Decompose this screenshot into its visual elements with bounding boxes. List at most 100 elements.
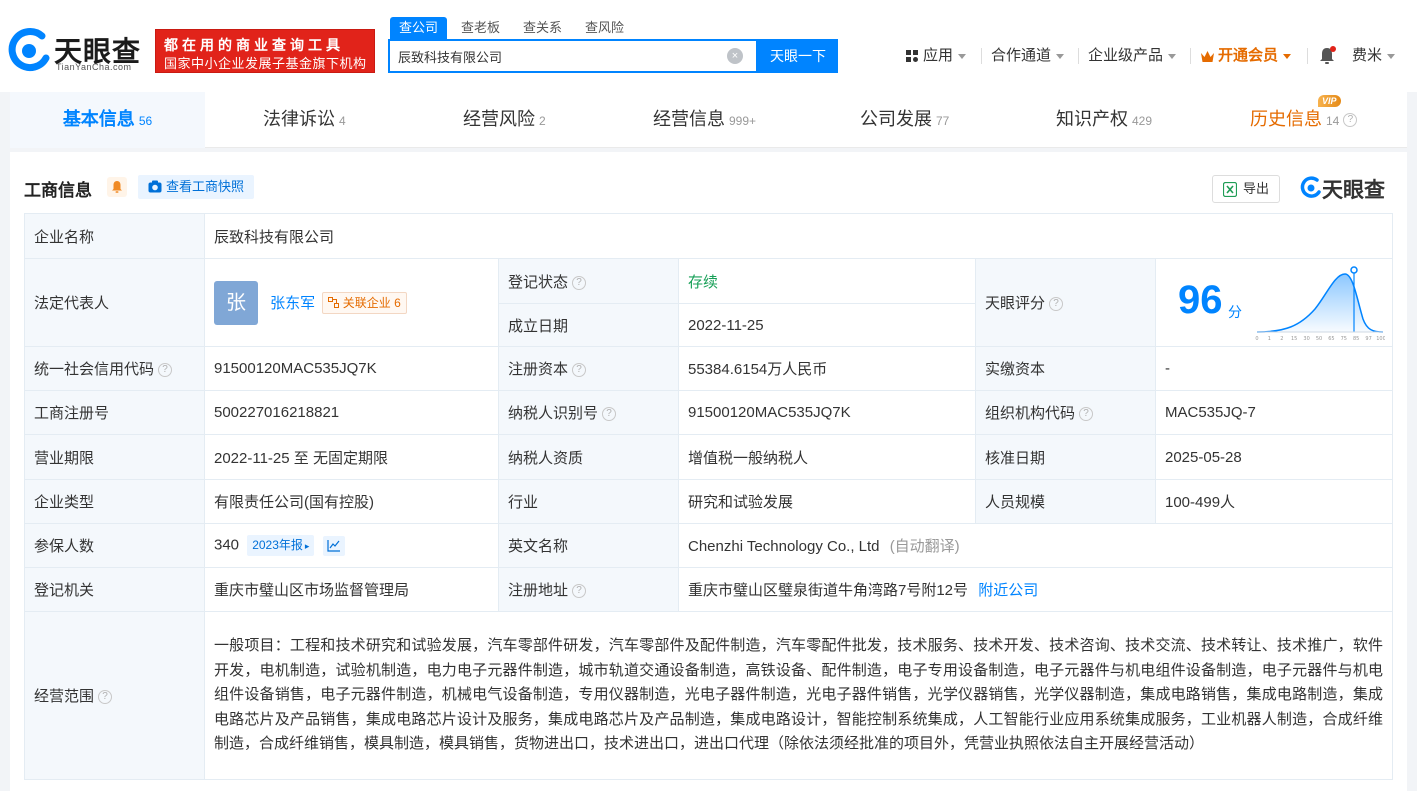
tab-count: 2: [539, 114, 546, 128]
nearby-companies-link[interactable]: 附近公司: [978, 582, 1038, 599]
auto-translate-note: (自动翻译): [889, 538, 960, 555]
score-axis-tick: 2: [1280, 336, 1283, 342]
help-icon[interactable]: ?: [572, 363, 587, 378]
excel-icon: [1223, 182, 1237, 197]
logo-domain: TianYanCha.com: [56, 62, 132, 72]
tab-ip[interactable]: 知识产权 429: [1056, 92, 1152, 148]
export-label: 导出: [1243, 181, 1270, 196]
reg-capital-value: 55384.6154万人民币: [678, 346, 976, 391]
search-box: ×: [388, 39, 758, 73]
help-icon[interactable]: ?: [1079, 407, 1094, 422]
help-icon[interactable]: ?: [98, 690, 113, 705]
search-tab-relation[interactable]: 查关系: [514, 17, 571, 39]
nav-enterprise[interactable]: 企业级产品: [1088, 44, 1177, 68]
tianyan-score[interactable]: 96: [1178, 278, 1223, 323]
tab-history[interactable]: VIP 历史信息 14?: [1250, 92, 1358, 148]
field-label-scope: 经营范围?: [24, 611, 205, 780]
search-tab-boss[interactable]: 查老板: [452, 17, 509, 39]
site-logo[interactable]: 天眼查 TianYanCha.com: [6, 28, 148, 74]
tab-count: 14: [1326, 114, 1340, 128]
field-label: 参保人数: [24, 523, 205, 568]
est-date-value: 2022-11-25: [678, 303, 976, 347]
grid-icon: [906, 49, 918, 62]
score-axis-tick: 65: [1328, 336, 1334, 342]
staff-size-value: 100-499人: [1154, 479, 1394, 524]
nav-notifications[interactable]: [1318, 44, 1336, 68]
field-label: 核准日期: [975, 434, 1156, 480]
nav-vip[interactable]: 开通会员: [1200, 44, 1292, 68]
help-icon[interactable]: ?: [1343, 113, 1358, 128]
field-label-address: 注册地址?: [498, 567, 679, 612]
tab-label: 经营风险: [463, 109, 535, 129]
crown-icon: [1201, 50, 1214, 62]
insured-value: 340: [214, 536, 240, 554]
nav-vip-label: 开通会员: [1218, 47, 1279, 64]
field-label-org-code: 组织机构代码?: [975, 390, 1156, 435]
field-label: 纳税人资质: [498, 434, 679, 480]
field-label: 登记状态: [508, 273, 569, 291]
subscribe-bell-icon[interactable]: [107, 177, 127, 197]
search-tab-company[interactable]: 查公司: [390, 17, 448, 39]
field-label: 经营范围: [34, 688, 95, 705]
tab-operation-info[interactable]: 经营信息 999+: [653, 92, 756, 148]
field-label: 注册地址: [508, 582, 569, 599]
business-info-card: 工商信息 查看工商快照 导出 天眼查 企业名称 辰致科技有限公司 法定代表人 张…: [10, 152, 1407, 791]
table-row: 统一社会信用代码? 91500120MAC535JQ7K 注册资本? 55384…: [24, 346, 1394, 391]
tab-label: 基本信息: [62, 109, 135, 129]
insured-cell: 340 2023年报 ▸: [204, 523, 499, 568]
nav-user-label: 费米: [1352, 47, 1383, 64]
help-icon[interactable]: ?: [1049, 297, 1064, 312]
approval-date-value: 2025-05-28: [1154, 434, 1394, 480]
related-companies-tag[interactable]: 关联企业 6: [322, 291, 407, 314]
help-icon[interactable]: ?: [602, 407, 617, 422]
tab-development[interactable]: 公司发展 77: [860, 92, 949, 148]
avatar[interactable]: 张: [214, 280, 258, 325]
slogan-line-2: 国家中小企业发展子基金旗下机构: [164, 56, 367, 71]
address-cell: 重庆市璧山区璧泉街道牛角湾路7号附12号 附近公司: [677, 567, 1394, 612]
legal-rep-link[interactable]: 张东军: [270, 295, 315, 312]
score-axis-tick: 75: [1341, 336, 1347, 342]
vip-badge: VIP: [1318, 95, 1341, 107]
field-label: 注册资本: [508, 361, 569, 378]
clear-icon[interactable]: ×: [727, 48, 743, 64]
annual-report-link[interactable]: 2023年报 ▸: [247, 535, 315, 556]
help-icon[interactable]: ?: [572, 275, 587, 290]
tab-legal[interactable]: 法律诉讼 4: [263, 92, 346, 148]
snapshot-button[interactable]: 查看工商快照: [138, 175, 255, 199]
nav-partner[interactable]: 合作通道: [991, 44, 1065, 68]
export-button[interactable]: 导出: [1212, 175, 1280, 203]
term-value: 2022-11-25 至 无固定期限: [204, 434, 499, 480]
tab-business-risk[interactable]: 经营风险 2: [463, 92, 546, 148]
taxpayer-id-value: 91500120MAC535JQ7K: [678, 390, 976, 435]
company-name-value: 辰致科技有限公司: [203, 213, 1394, 259]
status-badge: 存续: [688, 274, 719, 291]
field-label: 统一社会信用代码: [34, 361, 155, 378]
table-row: 企业类型 有限责任公司(国有控股) 行业 研究和试验发展 人员规模 100-49…: [24, 479, 1394, 524]
business-scope-value: 一般项目：工程和技术研究和试验发展，汽车零部件研发，汽车零部件及配件制造，汽车零…: [203, 611, 1394, 780]
industry-value: 研究和试验发展: [678, 479, 976, 524]
chevron-right-icon: ▸: [304, 541, 310, 551]
chevron-down-icon: [958, 53, 967, 59]
field-label-credit: 统一社会信用代码?: [24, 346, 205, 391]
tianyancha-logo-icon: [8, 28, 50, 71]
nav-user[interactable]: 费米: [1352, 44, 1396, 68]
search-input[interactable]: [390, 41, 720, 71]
search-tab-risk[interactable]: 查风险: [576, 17, 633, 39]
field-label-taxpayer-id: 纳税人识别号?: [498, 390, 679, 435]
tab-count: 999+: [729, 114, 757, 128]
chevron-down-icon: [1168, 53, 1177, 59]
tab-label: 历史信息: [1250, 109, 1322, 129]
score-axis-tick: 0: [1255, 336, 1258, 342]
nav-apps[interactable]: 应用: [906, 44, 967, 68]
tab-label: 公司发展: [860, 109, 932, 129]
taxpayer-quality-value: 增值税一般纳税人: [678, 434, 976, 480]
camera-icon: [148, 180, 162, 193]
english-name-value: Chenzhi Technology Co., Ltd: [688, 538, 880, 555]
search-button[interactable]: 天眼一下: [758, 39, 838, 73]
slogan-line-1: 都在用的商业查询工具: [164, 37, 344, 53]
tab-basic-info[interactable]: 基本信息 56: [10, 92, 205, 148]
help-icon[interactable]: ?: [158, 363, 173, 378]
trend-chart-icon[interactable]: [322, 535, 345, 556]
nav-enterprise-label: 企业级产品: [1088, 47, 1164, 64]
help-icon[interactable]: ?: [572, 584, 587, 599]
